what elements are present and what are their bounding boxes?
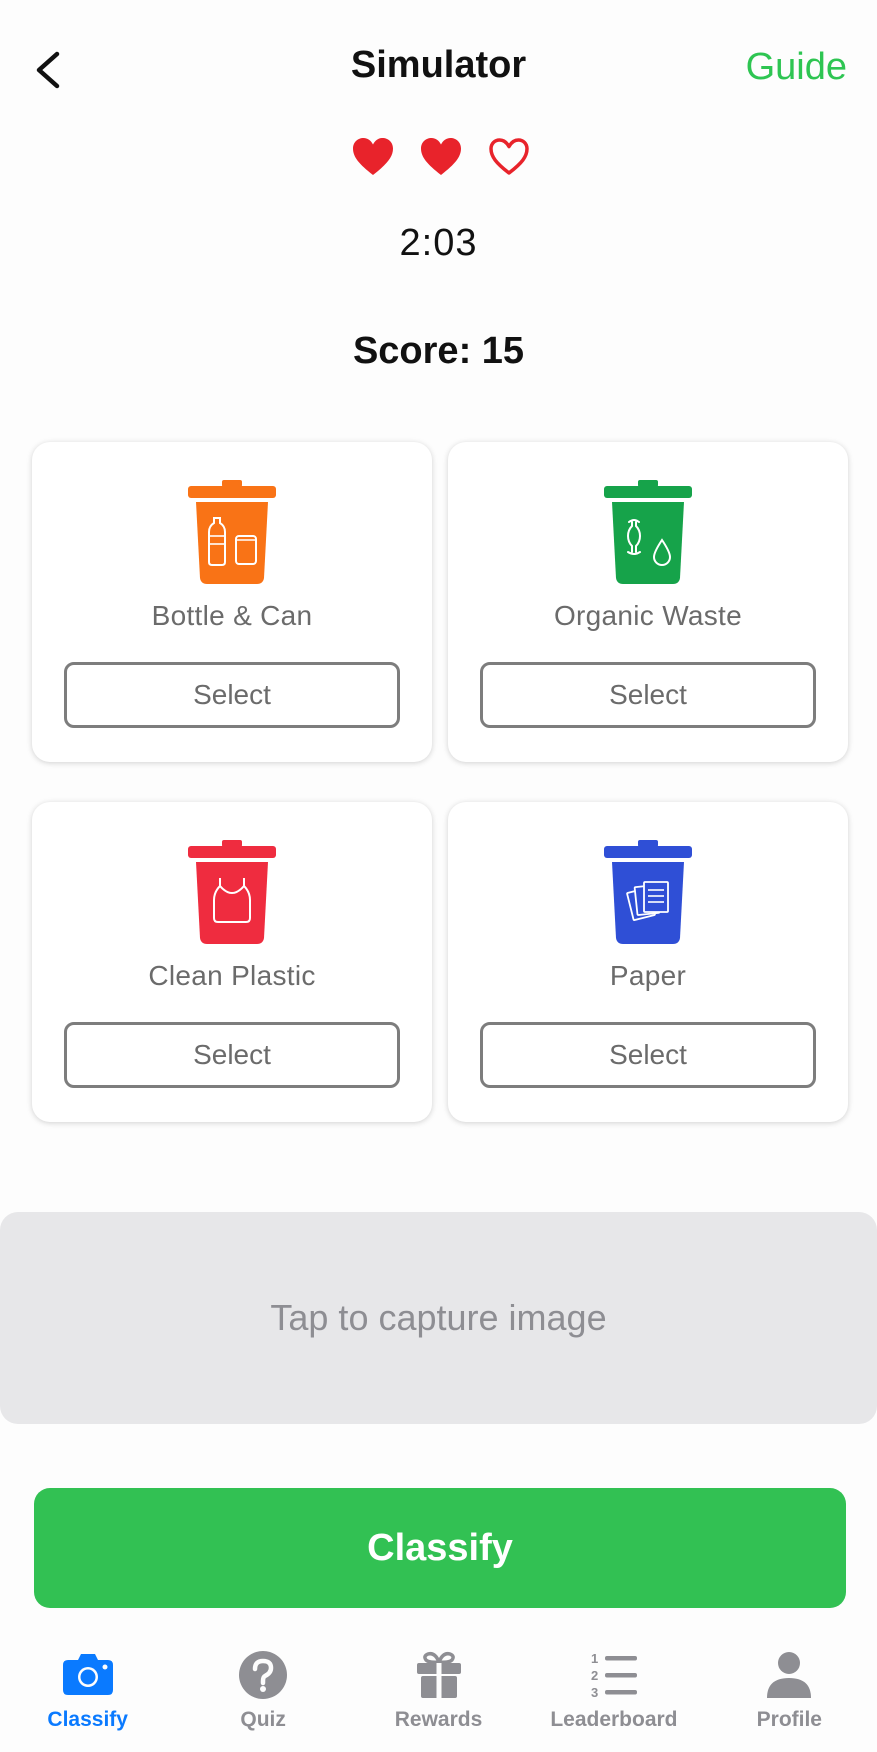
- recycle-bin-paper-icon: [604, 840, 692, 944]
- recycle-bin-plastic-icon: [188, 840, 276, 944]
- capture-image-text: Tap to capture image: [270, 1297, 607, 1338]
- tab-label: Leaderboard: [550, 1708, 678, 1731]
- bin-label: Organic Waste: [553, 600, 743, 631]
- capture-image-area[interactable]: Tap to capture image: [0, 1212, 877, 1424]
- select-paper-button[interactable]: Select: [480, 1022, 816, 1088]
- person-icon: [767, 1652, 812, 1698]
- heart-filled-icon: [420, 138, 461, 175]
- tab-classify[interactable]: Classify: [0, 1648, 175, 1752]
- tab-label: Quiz: [240, 1708, 286, 1731]
- tab-profile[interactable]: Profile: [702, 1648, 877, 1752]
- svg-text:2: 2: [591, 1668, 598, 1683]
- bin-card-bottle-can: Bottle & Can Select: [32, 442, 432, 762]
- bin-card-paper: Paper Select: [448, 802, 848, 1122]
- tab-quiz[interactable]: Quiz: [175, 1648, 350, 1752]
- numbered-list-icon: 1 2 3: [591, 1651, 637, 1700]
- tab-label: Classify: [47, 1708, 128, 1731]
- heart-outline-icon: [488, 138, 529, 175]
- lives-indicator: [0, 136, 877, 178]
- camera-icon: [62, 1654, 113, 1695]
- tab-leaderboard[interactable]: 1 2 3 Leaderboard: [526, 1648, 701, 1752]
- recycle-bin-organic-icon: [604, 480, 692, 584]
- gift-icon: [416, 1651, 461, 1698]
- bin-grid: Bottle & Can Select Organic Waste Select: [32, 442, 848, 1122]
- bin-card-organic-waste: Organic Waste Select: [448, 442, 848, 762]
- select-clean-plastic-button[interactable]: Select: [64, 1022, 400, 1088]
- tab-label: Profile: [756, 1708, 822, 1731]
- svg-text:1: 1: [591, 1651, 598, 1666]
- guide-link[interactable]: Guide: [746, 46, 847, 89]
- recycle-bin-bottle-can-icon: [188, 480, 276, 584]
- bin-label: Clean Plastic: [148, 960, 316, 991]
- score-label: Score: 15: [352, 330, 525, 372]
- question-icon: [239, 1651, 288, 1699]
- tab-rewards[interactable]: Rewards: [351, 1648, 526, 1752]
- simulator-screen: Simulator Guide 2:03 Score: 15 Bottle & …: [0, 0, 877, 1752]
- nav-header: Simulator Guide: [0, 0, 877, 140]
- classify-button[interactable]: Classify: [34, 1488, 846, 1608]
- countdown-timer: 2:03: [399, 222, 478, 264]
- tab-bar: Classify Quiz Rewards 1 2 3 Leaderboard …: [0, 1648, 877, 1752]
- heart-filled-icon: [352, 138, 393, 175]
- svg-text:3: 3: [591, 1685, 598, 1700]
- select-organic-waste-button[interactable]: Select: [480, 662, 816, 728]
- bin-label: Bottle & Can: [151, 600, 313, 631]
- bin-label: Paper: [609, 960, 687, 991]
- tab-label: Rewards: [394, 1708, 483, 1731]
- bin-card-clean-plastic: Clean Plastic Select: [32, 802, 432, 1122]
- select-bottle-can-button[interactable]: Select: [64, 662, 400, 728]
